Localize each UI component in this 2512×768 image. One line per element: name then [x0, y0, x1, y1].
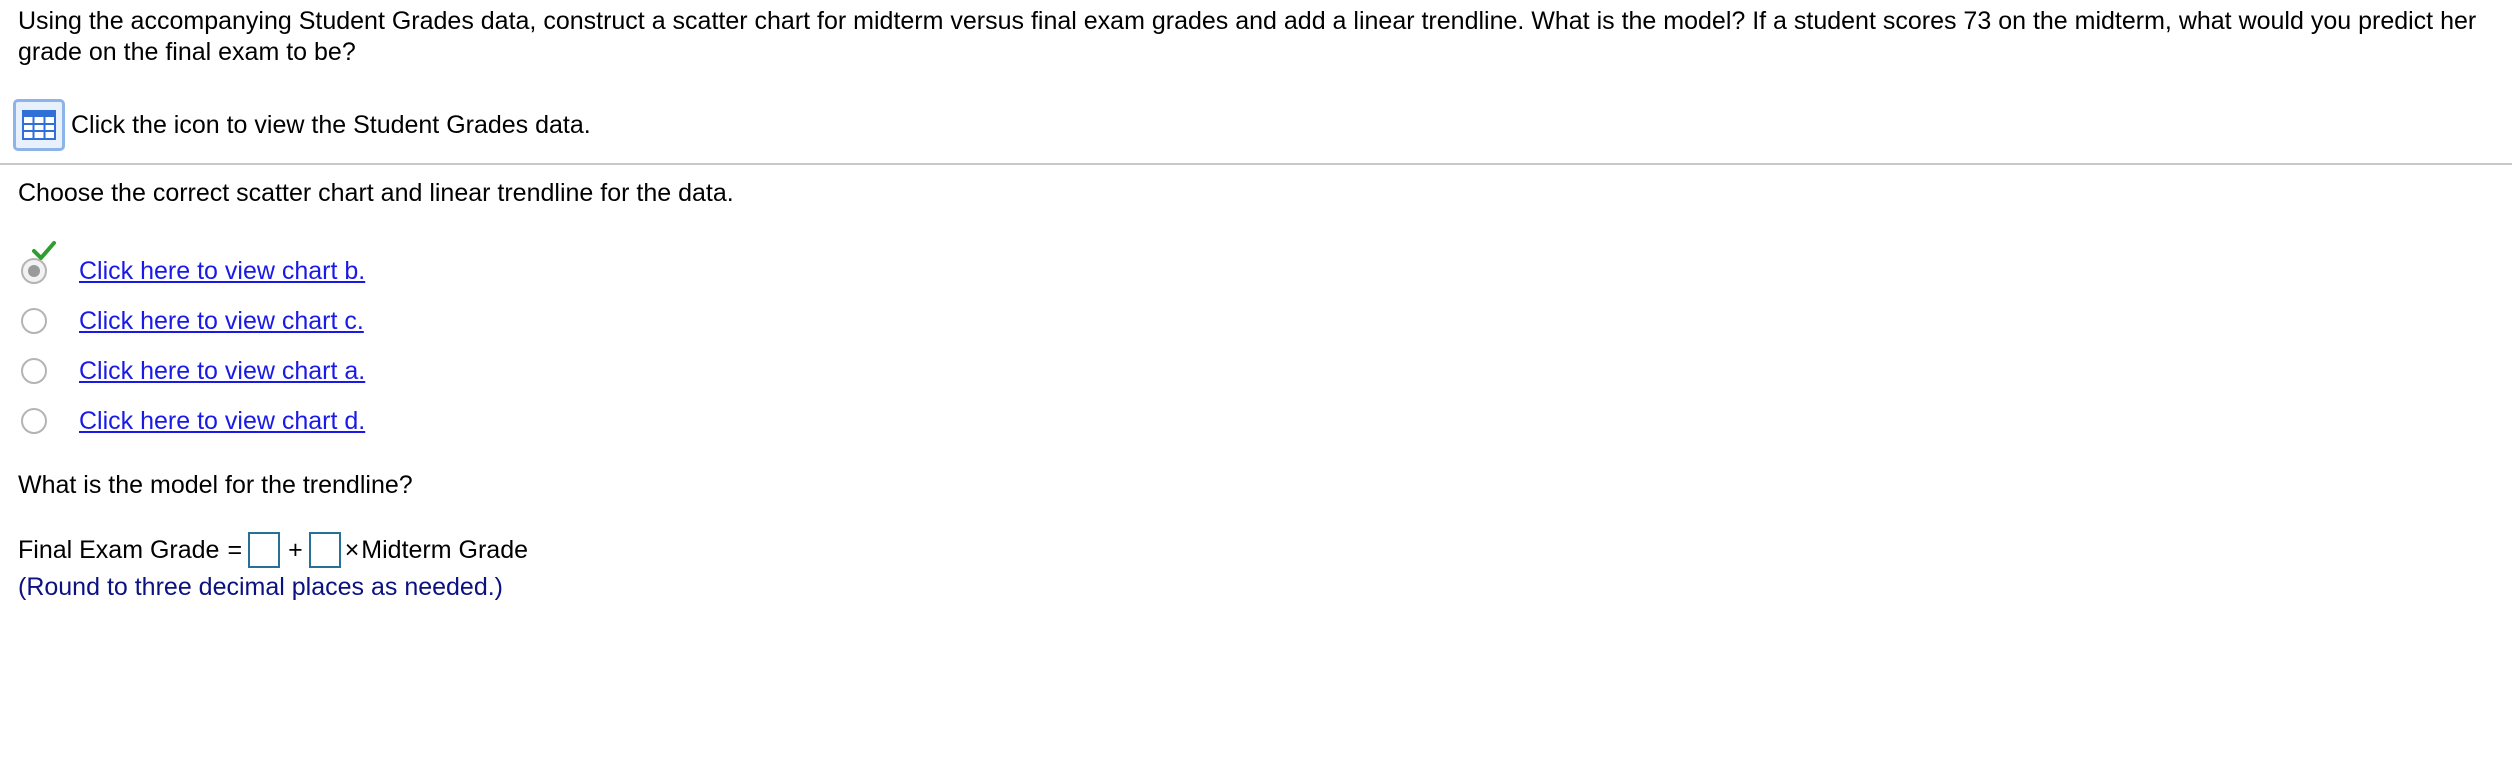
radio-option-4[interactable] — [21, 408, 47, 434]
chart-link-option-2[interactable]: Click here to view chart c. — [79, 307, 364, 336]
equation-lhs: Final Exam Grade — [18, 535, 220, 564]
rounding-hint: (Round to three decimal places as needed… — [18, 573, 504, 601]
times-sign: × — [344, 535, 360, 564]
radio-option-3[interactable] — [21, 358, 47, 384]
intercept-input[interactable] — [248, 532, 281, 568]
chart-link-option-1[interactable]: Click here to view chart b. — [79, 257, 365, 286]
option-row: Click here to view chart c. — [18, 296, 365, 346]
section-divider — [0, 163, 2512, 165]
plus-sign: + — [288, 535, 303, 564]
chart-link-option-3[interactable]: Click here to view chart a. — [79, 357, 365, 386]
checkmark-icon — [32, 241, 56, 260]
data-link-row: Click the icon to view the Student Grade… — [13, 96, 591, 154]
radio-option-2[interactable] — [21, 308, 47, 334]
option-row: Click here to view chart a. — [18, 346, 365, 396]
equals-sign: = — [227, 535, 243, 564]
equation-rhs: Midterm Grade — [361, 535, 529, 564]
trendline-equation: Final Exam Grade = + × Midterm Grade — [18, 530, 528, 570]
chart-choice-instruction: Choose the correct scatter chart and lin… — [18, 179, 734, 207]
option-row: Click here to view chart d. — [18, 396, 365, 446]
question-text: Using the accompanying Student Grades da… — [18, 7, 2477, 66]
slope-input[interactable] — [308, 532, 341, 568]
model-question: What is the model for the trendline? — [18, 471, 413, 499]
chart-options: Click here to view chart b. Click here t… — [18, 241, 365, 446]
option-row: Click here to view chart b. — [18, 241, 365, 296]
data-link-label: Click the icon to view the Student Grade… — [71, 110, 591, 139]
chart-link-option-4[interactable]: Click here to view chart d. — [79, 407, 365, 436]
table-grid-icon[interactable] — [13, 99, 65, 151]
